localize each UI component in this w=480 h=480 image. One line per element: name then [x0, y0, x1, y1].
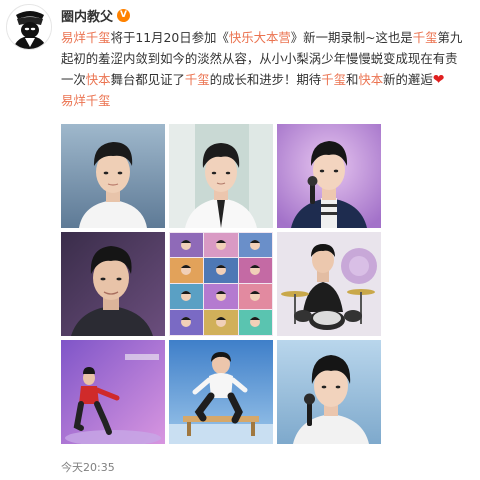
- text-segment: 舞台都见证了: [110, 72, 185, 87]
- photo-9-image: [277, 340, 381, 444]
- photo-7-image: [61, 340, 165, 444]
- photo-8-image: [169, 340, 273, 444]
- photo-3-image: [277, 124, 381, 228]
- post-text-line-2: 起初的羞涩内敛到如今的淡然从容，从小小梨涡少年慢慢蜕变成现在有责: [61, 48, 480, 69]
- photo-1-image: [61, 124, 165, 228]
- photo-3[interactable]: [277, 124, 381, 228]
- keyword-qianxi[interactable]: 千玺: [185, 72, 210, 87]
- heart-icon: ❤: [432, 72, 445, 88]
- text-segment: 和: [345, 72, 359, 87]
- photo-6[interactable]: [277, 232, 381, 336]
- photo-5[interactable]: [169, 232, 273, 336]
- photo-6-image: [277, 232, 381, 336]
- photo-2-image: [169, 124, 273, 228]
- text-segment: 》新一期录制~这也是: [290, 30, 413, 45]
- photo-4[interactable]: [61, 232, 165, 336]
- photo-2[interactable]: [169, 124, 273, 228]
- photo-7[interactable]: [61, 340, 165, 444]
- post-text-line-3: 一次快本舞台都见证了千玺的成长和进步！期待千玺和快本新的邂逅❤: [61, 69, 480, 90]
- text-segment: 的成长和进步！期待: [209, 72, 322, 87]
- text-segment: 一次: [61, 72, 86, 87]
- photo-9[interactable]: [277, 340, 381, 444]
- vip-badge-icon: V: [117, 8, 131, 22]
- post-timestamp[interactable]: 今天20:35: [61, 459, 115, 475]
- tag-yiyang-qianxi[interactable]: 易烊千玺: [61, 93, 111, 108]
- keyword-qianxi[interactable]: 千玺: [321, 72, 346, 87]
- post-text-line-4: 易烊千玺: [61, 90, 480, 111]
- keyword-qianxi[interactable]: 千玺: [413, 30, 438, 45]
- photo-8[interactable]: [169, 340, 273, 444]
- author-name[interactable]: 圈内教父: [61, 6, 113, 25]
- text-segment: 新的邂逅: [383, 72, 433, 87]
- keyword-kuaiben[interactable]: 快本: [86, 72, 111, 87]
- author-row: 圈内教父 V: [61, 6, 131, 25]
- post-text-line-1: 易烊千玺将于11月20日参加《快乐大本营》新一期录制~这也是千玺第九: [61, 27, 480, 48]
- mention-yiyang-qianxi[interactable]: 易烊千玺: [61, 30, 111, 45]
- photo-1[interactable]: [61, 124, 165, 228]
- avatar-godfather-image: [7, 5, 51, 49]
- photo-4-image: [61, 232, 165, 336]
- keyword-kuaiben[interactable]: 快本: [358, 72, 383, 87]
- topic-happy-camp[interactable]: 快乐大本营: [229, 30, 291, 45]
- avatar[interactable]: [6, 4, 52, 50]
- photo-5-image: [169, 232, 273, 336]
- post-text: 易烊千玺将于11月20日参加《快乐大本营》新一期录制~这也是千玺第九 起初的羞涩…: [61, 27, 480, 111]
- photo-grid: [61, 124, 381, 444]
- text-segment: 将于11月20日参加《: [110, 30, 229, 45]
- text-segment: 第九: [437, 30, 463, 45]
- text-segment: 起初的羞涩内敛到如今的淡然从容，从小小梨涡少年慢慢蜕变成现在有责: [61, 51, 458, 66]
